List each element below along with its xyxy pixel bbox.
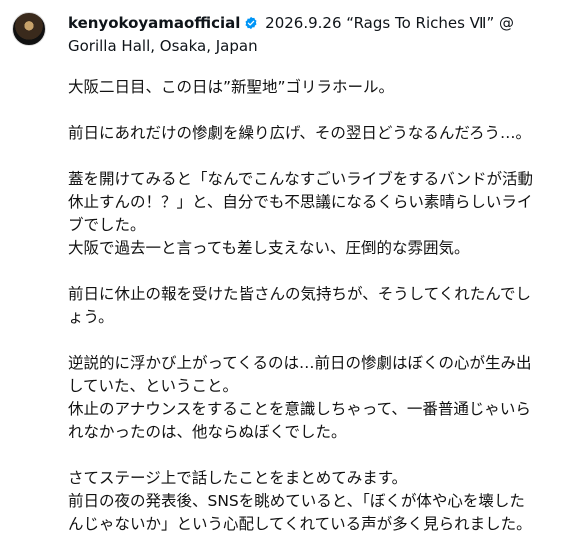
caption-line: 前日に休止の報を受けた皆さんの気持ちが、そうしてくれたんでしょう。 (68, 285, 531, 326)
caption-line: さてステージ上で話したことをまとめてみます。 (68, 469, 408, 487)
caption-paragraph: さてステージ上で話したことをまとめてみます。前日の夜の発表後、SNSを眺めている… (68, 467, 540, 536)
caption-text: 大阪二日目、この日は”新聖地”ゴリラホール。前日にあれだけの惨劇を繰り広げ、その… (68, 76, 540, 559)
caption-line: 前日の夜の発表後、SNSを眺めていると、「ぼくが体や心を壊したんじゃないか」とい… (68, 492, 532, 533)
avatar[interactable] (12, 12, 46, 46)
caption-paragraph: 前日に休止の報を受けた皆さんの気持ちが、そうしてくれたんでしょう。 (68, 283, 540, 329)
post-header: kenyokoyamaofficial 2026.9.26 “Rags To R… (68, 12, 548, 58)
caption-paragraph: 蓋を開けてみると「なんでこんなすごいライブをするバンドが活動休止すんの！？」と、… (68, 168, 540, 260)
verified-badge-icon (245, 16, 257, 30)
caption-paragraph: 逆説的に浮かび上がってくるのは…前日の惨劇はぼくの心が生み出していた、ということ… (68, 352, 540, 444)
caption-paragraph: 大阪二日目、この日は”新聖地”ゴリラホール。 (68, 76, 540, 99)
caption-line: 蓋を開けてみると「なんでこんなすごいライブをするバンドが活動休止すんの！？」と、… (68, 170, 534, 234)
username-link[interactable]: kenyokoyamaofficial (68, 14, 240, 32)
caption-line: 前日にあれだけの惨劇を繰り広げ、その翌日どうなるんだろう…。 (68, 124, 531, 142)
caption-line: 逆説的に浮かび上がってくるのは…前日の惨劇はぼくの心が生み出していた、ということ… (68, 354, 532, 395)
instagram-post: kenyokoyamaofficial 2026.9.26 “Rags To R… (0, 0, 561, 533)
caption-paragraph: 前日にあれだけの惨劇を繰り広げ、その翌日どうなるんだろう…。 (68, 122, 540, 145)
caption-line: 休止のアナウンスをすることを意識しちゃって、一番普通じゃいられなかったのは、他な… (68, 400, 531, 441)
caption-line: 大阪二日目、この日は”新聖地”ゴリラホール。 (68, 78, 395, 96)
caption-line: 大阪で過去一と言っても差し支えない、圧倒的な雰囲気。 (68, 239, 470, 257)
